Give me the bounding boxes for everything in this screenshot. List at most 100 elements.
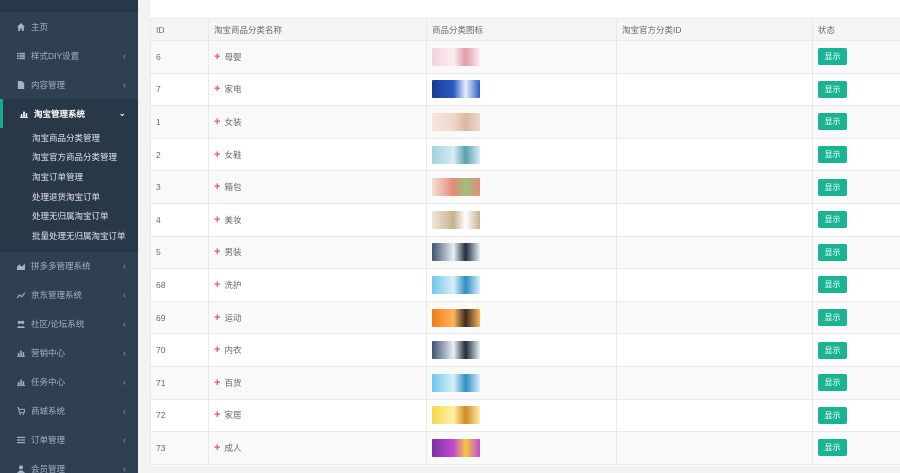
plus-icon[interactable]: +	[214, 442, 220, 454]
category-name: 箱包	[224, 182, 242, 193]
status-toggle-button[interactable]: 显示	[818, 341, 847, 359]
column-header-official-id[interactable]: 淘宝官方分类ID	[616, 18, 813, 41]
category-name: 内衣	[224, 345, 242, 356]
cell-name: + 箱包	[208, 170, 427, 204]
sidebar: 主页 样式DIY设置 ‹ 内容管理 ‹ 淘宝管理系统 ⌄ 淘宝商品分类管理 淘宝官方商品…	[0, 0, 138, 473]
cell-status: 显示	[812, 431, 900, 465]
cell-status: 显示	[812, 202, 900, 237]
nav-item-content[interactable]: 内容管理 ‹	[0, 70, 138, 99]
cell-status: 显示	[812, 333, 900, 367]
nav-item-members[interactable]: 会员管理 ‹	[0, 455, 138, 473]
chevron-left-icon: ‹	[123, 261, 126, 272]
plus-icon[interactable]: +	[214, 312, 220, 324]
list-icon	[15, 50, 27, 62]
nav-item-style-diy[interactable]: 样式DIY设置 ‹	[0, 41, 138, 70]
cell-official-id	[616, 72, 813, 107]
column-header-status[interactable]: 状态	[812, 18, 900, 41]
cart-icon	[15, 405, 27, 417]
plus-icon[interactable]: +	[214, 246, 220, 258]
table-row: 2 + 女鞋 显示	[150, 137, 900, 172]
status-toggle-button[interactable]: 显示	[818, 146, 847, 164]
status-toggle-button[interactable]: 显示	[818, 406, 847, 424]
nav-item-mall[interactable]: 商城系统 ‹	[0, 397, 138, 426]
category-thumbnail	[432, 341, 480, 360]
line-chart-icon	[15, 289, 27, 301]
cell-status: 显示	[812, 365, 900, 400]
cell-name: + 运动	[208, 300, 427, 335]
cell-id: 3	[150, 170, 209, 204]
cell-name: + 洗护	[208, 268, 427, 302]
chevron-down-icon: ⌄	[118, 108, 126, 118]
nav-item-orders[interactable]: 订单管理 ‹	[0, 426, 138, 455]
status-toggle-button[interactable]: 显示	[818, 178, 847, 196]
cell-icon	[426, 235, 617, 270]
column-header-name[interactable]: 淘宝商品分类名称	[208, 18, 427, 41]
status-toggle-button[interactable]: 显示	[818, 211, 847, 229]
submenu-item[interactable]: 批量处理无归属淘宝订单	[0, 226, 138, 246]
submenu-item[interactable]: 淘宝商品分类管理	[0, 128, 138, 148]
plus-icon[interactable]: +	[214, 181, 220, 193]
table-header-row: ID 淘宝商品分类名称 商品分类图标 淘宝官方分类ID 状态	[150, 18, 900, 41]
status-toggle-button[interactable]: 显示	[818, 80, 847, 98]
chevron-left-icon: ‹	[123, 377, 126, 388]
cell-official-id	[616, 235, 813, 270]
nav-item-community[interactable]: 社区/论坛系统 ‹	[0, 310, 138, 339]
plus-icon[interactable]: +	[214, 116, 220, 128]
category-name: 洗护	[224, 279, 242, 290]
chevron-left-icon: ‹	[123, 319, 126, 330]
status-toggle-button[interactable]: 显示	[818, 374, 847, 392]
nav-item-label: 会员管理	[31, 464, 66, 473]
cell-official-id	[616, 398, 813, 433]
cell-id: 72	[150, 398, 209, 433]
cell-name: + 美妆	[208, 202, 427, 237]
cell-name: + 内衣	[208, 333, 427, 367]
plus-icon[interactable]: +	[214, 377, 220, 389]
status-toggle-button[interactable]: 显示	[818, 48, 847, 66]
submenu-item[interactable]: 处理退货淘宝订单	[0, 187, 138, 207]
status-toggle-button[interactable]: 显示	[818, 113, 847, 131]
category-thumbnail	[432, 145, 480, 164]
nav-item-marketing[interactable]: 营销中心 ‹	[0, 339, 138, 368]
nav-item-pdd[interactable]: 拼多多管理系统 ‹	[0, 252, 138, 281]
plus-icon[interactable]: +	[214, 149, 220, 161]
sidebar-header	[0, 0, 138, 12]
plus-icon[interactable]: +	[214, 83, 220, 95]
nav-item-label: 任务中心	[31, 377, 66, 388]
plus-icon[interactable]: +	[214, 344, 220, 356]
nav-item-tasks[interactable]: 任务中心 ‹	[0, 368, 138, 397]
table-row: 1 + 女装 显示	[150, 105, 900, 139]
nav-item-label: 淘宝管理系统	[34, 108, 86, 119]
submenu-item[interactable]: 处理无归属淘宝订单	[0, 206, 138, 226]
plus-icon[interactable]: +	[214, 214, 220, 226]
cell-icon	[426, 365, 617, 400]
status-toggle-button[interactable]: 显示	[818, 276, 847, 294]
column-header-id[interactable]: ID	[150, 18, 209, 41]
cell-name: + 家居	[208, 398, 427, 433]
status-toggle-button[interactable]: 显示	[818, 243, 847, 261]
nav-item-taobao[interactable]: 淘宝管理系统 ⌄	[0, 99, 138, 128]
cell-id: 6	[150, 40, 209, 74]
status-toggle-button[interactable]: 显示	[818, 439, 847, 457]
chevron-left-icon: ‹	[123, 435, 126, 446]
chevron-left-icon: ‹	[123, 406, 126, 417]
submenu-item[interactable]: 淘宝官方商品分类管理	[0, 148, 138, 168]
cell-id: 7	[150, 72, 209, 107]
cell-status: 显示	[812, 398, 900, 433]
category-name: 男装	[224, 247, 242, 258]
plus-icon[interactable]: +	[214, 279, 220, 291]
cell-status: 显示	[812, 72, 900, 107]
status-toggle-button[interactable]: 显示	[818, 309, 847, 327]
home-icon	[15, 21, 27, 33]
bar-chart-icon	[15, 347, 27, 359]
column-header-icon[interactable]: 商品分类图标	[426, 18, 617, 41]
cell-name: + 女装	[208, 105, 427, 139]
cell-id: 5	[150, 235, 209, 270]
plus-icon[interactable]: +	[214, 409, 220, 421]
cell-name: + 女鞋	[208, 137, 427, 172]
plus-icon[interactable]: +	[214, 51, 220, 63]
cell-id: 2	[150, 137, 209, 172]
nav-item-jd[interactable]: 京东管理系统 ‹	[0, 281, 138, 310]
cell-id: 68	[150, 268, 209, 302]
nav-item-home[interactable]: 主页	[0, 12, 138, 41]
submenu-item[interactable]: 淘宝订单管理	[0, 167, 138, 187]
